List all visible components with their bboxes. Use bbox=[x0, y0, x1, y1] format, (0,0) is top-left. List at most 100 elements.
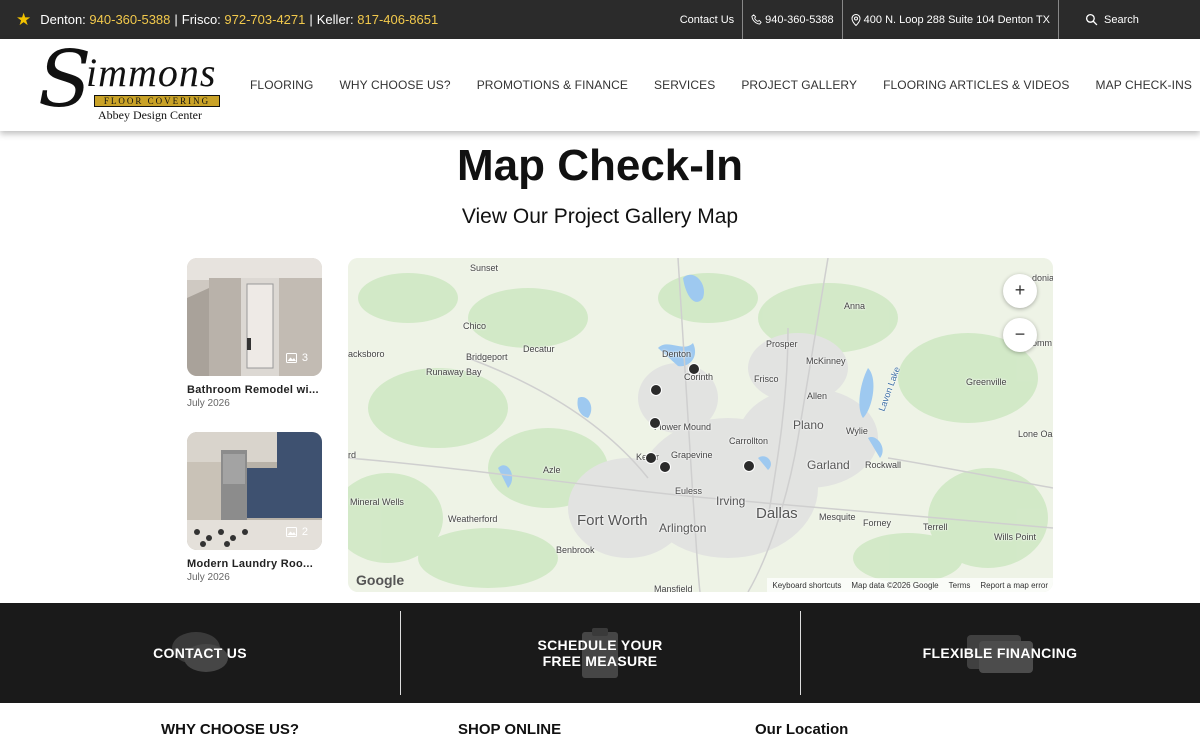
logo-letter: S bbox=[38, 35, 92, 125]
footer: WHY CHOOSE US? SHOP ONLINE Our Location bbox=[0, 703, 1200, 750]
photo-count-badge: 2 bbox=[285, 526, 308, 538]
phone-list: ★ Denton: 940-360-5388 | Frisco: 972-703… bbox=[0, 10, 438, 30]
map-city-label: Mansfield bbox=[654, 584, 693, 592]
map-city-label: rd bbox=[348, 450, 357, 460]
site-header: S immons FLOOR COVERING Abbey Design Cen… bbox=[0, 39, 1200, 131]
image-icon bbox=[285, 353, 297, 363]
search-icon bbox=[1085, 13, 1098, 26]
map-pin-icon bbox=[851, 13, 861, 26]
map-attribution: Keyboard shortcuts Map data ©2026 Google… bbox=[767, 578, 1053, 592]
map-city-label: Anna bbox=[844, 301, 866, 311]
map-city-label: Wills Point bbox=[994, 532, 1037, 542]
map-marker[interactable] bbox=[743, 460, 755, 472]
contact-us-link[interactable]: Contact Us bbox=[672, 0, 742, 39]
zoom-in-button[interactable]: + bbox=[1003, 274, 1037, 308]
map-marker[interactable] bbox=[645, 452, 657, 464]
logo-word: immons bbox=[86, 50, 217, 95]
map-city-label: Azle bbox=[543, 465, 561, 475]
address-label: 400 N. Loop 288 Suite 104 Denton TX bbox=[863, 13, 1050, 26]
contact-us-label: Contact Us bbox=[679, 13, 735, 26]
logo-band: FLOOR COVERING bbox=[94, 95, 220, 107]
map-city-label: Greenville bbox=[966, 377, 1007, 387]
denton-phone-link[interactable]: 940-360-5388 bbox=[89, 12, 170, 27]
map-city-label: Wylie bbox=[846, 426, 868, 436]
map-city-label: Carrollton bbox=[729, 436, 769, 446]
map-city-label: Arlington bbox=[659, 521, 707, 535]
contact-us-cta[interactable]: CONTACT US bbox=[0, 603, 400, 703]
map-city-label: Sunset bbox=[470, 263, 499, 273]
nav-flooring[interactable]: FLOORING bbox=[250, 78, 313, 92]
photo-count: 3 bbox=[301, 352, 308, 364]
map-city-label: Forney bbox=[863, 518, 892, 528]
map-city-label: acksboro bbox=[348, 349, 385, 359]
nav-map-check-ins[interactable]: MAP CHECK-INS bbox=[1096, 78, 1192, 92]
footer-location-heading: Our Location bbox=[755, 721, 849, 738]
gallery-card-title[interactable]: Modern Laundry Roo... bbox=[187, 558, 323, 570]
map-marker[interactable] bbox=[688, 363, 700, 375]
map-city-label: Benbrook bbox=[556, 545, 595, 555]
footer-why-choose-us-heading: WHY CHOOSE US? bbox=[161, 721, 300, 738]
map-city-label: Plano bbox=[793, 418, 824, 432]
image-icon bbox=[285, 527, 297, 537]
separator: | bbox=[174, 12, 178, 27]
photo-count: 2 bbox=[301, 526, 308, 538]
address-link[interactable]: 400 N. Loop 288 Suite 104 Denton TX bbox=[841, 0, 1058, 39]
gallery-thumbnail[interactable]: 2 bbox=[187, 432, 322, 550]
project-map[interactable]: Sunset Anna Chico Decatur Bridgeport Den… bbox=[348, 258, 1053, 592]
denton-label: Denton: bbox=[40, 12, 86, 27]
map-marker[interactable] bbox=[659, 461, 671, 473]
terms-link[interactable]: Terms bbox=[949, 581, 971, 590]
map-city-label: Mesquite bbox=[819, 512, 856, 522]
gallery-card-date: July 2026 bbox=[187, 572, 230, 583]
page-title: Map Check-In bbox=[456, 141, 744, 190]
gallery-card-date: July 2026 bbox=[187, 398, 230, 409]
footer-shop-online-heading: SHOP ONLINE bbox=[458, 721, 562, 738]
schedule-measure-cta[interactable]: SCHEDULE YOUR FREE MEASURE bbox=[400, 603, 800, 703]
search-label: Search bbox=[1104, 13, 1139, 26]
map-city-label: Euless bbox=[675, 486, 703, 496]
map-city-label: Chico bbox=[463, 321, 487, 331]
map-city-label: Grapevine bbox=[671, 450, 713, 460]
frisco-label: Frisco: bbox=[181, 12, 221, 27]
keyboard-shortcuts-link[interactable]: Keyboard shortcuts bbox=[772, 581, 841, 590]
gallery-card-title[interactable]: Bathroom Remodel wi... bbox=[187, 384, 323, 396]
google-logo: Google bbox=[356, 572, 405, 588]
keller-label: Keller: bbox=[316, 12, 354, 27]
schedule-line-1: SCHEDULE YOUR bbox=[537, 637, 663, 653]
nav-why-choose-us[interactable]: WHY CHOOSE US? bbox=[339, 78, 450, 92]
report-error-link[interactable]: Report a map error bbox=[980, 581, 1048, 590]
top-utility-links: Contact Us 940-360-5388 400 N. Loop 288 … bbox=[672, 0, 1200, 39]
map-city-label: Rockwall bbox=[865, 460, 902, 470]
map-marker[interactable] bbox=[649, 417, 661, 429]
map-city-label: Weatherford bbox=[448, 514, 498, 524]
nav-services[interactable]: SERVICES bbox=[654, 78, 715, 92]
map-city-label: donia bbox=[1032, 273, 1053, 283]
map-city-label: Allen bbox=[807, 391, 828, 401]
map-city-label: Mineral Wells bbox=[350, 497, 404, 507]
map-city-label: McKinney bbox=[806, 356, 846, 366]
gallery-thumbnail[interactable]: 3 bbox=[187, 258, 322, 376]
keller-phone-link[interactable]: 817-406-8651 bbox=[357, 12, 438, 27]
map-data-text: Map data ©2026 Google bbox=[851, 580, 939, 590]
map-city-label: Garland bbox=[807, 458, 850, 472]
nav-promotions-finance[interactable]: PROMOTIONS & FINANCE bbox=[477, 78, 628, 92]
gallery-card[interactable]: 2 Modern Laundry Roo... July 2026 bbox=[187, 432, 323, 583]
map-city-label: Bridgeport bbox=[466, 352, 508, 362]
nav-project-gallery[interactable]: PROJECT GALLERY bbox=[741, 78, 857, 92]
phone-label: 940-360-5388 bbox=[765, 13, 834, 26]
map-city-label: Irving bbox=[716, 494, 746, 508]
nav-articles-videos[interactable]: FLOORING ARTICLES & VIDEOS bbox=[883, 78, 1069, 92]
zoom-out-button[interactable]: − bbox=[1003, 318, 1037, 352]
gallery-card[interactable]: 3 Bathroom Remodel wi... July 2026 bbox=[187, 258, 323, 409]
financing-cta[interactable]: FLEXIBLE FINANCING bbox=[800, 603, 1200, 703]
schedule-line-2: FREE MEASURE bbox=[542, 653, 658, 669]
map-city-label: Decatur bbox=[523, 344, 555, 354]
search-button[interactable]: Search bbox=[1058, 0, 1200, 39]
map-city-label: Denton bbox=[662, 349, 692, 359]
frisco-phone-link[interactable]: 972-703-4271 bbox=[224, 12, 305, 27]
site-logo[interactable]: S immons FLOOR COVERING Abbey Design Cen… bbox=[38, 41, 224, 127]
separator: | bbox=[309, 12, 313, 27]
map-city-label: Lone Oa bbox=[1018, 429, 1053, 439]
phone-link[interactable]: 940-360-5388 bbox=[742, 0, 842, 39]
map-marker[interactable] bbox=[650, 384, 662, 396]
